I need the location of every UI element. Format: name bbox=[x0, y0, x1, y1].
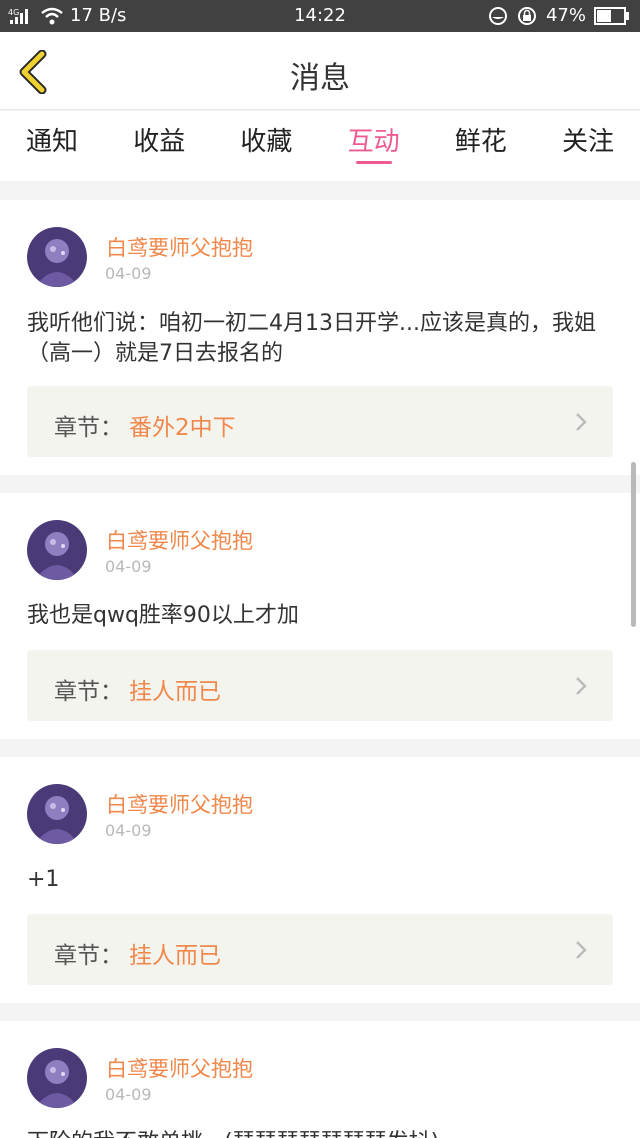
message-date: 04-09 bbox=[105, 264, 152, 283]
tab-notifications[interactable]: 通知 bbox=[26, 111, 78, 181]
tab-flowers[interactable]: 鲜花 bbox=[455, 111, 507, 181]
chapter-label: 章节： bbox=[54, 943, 123, 969]
user-name[interactable]: 白鸢要师父抱抱 bbox=[106, 525, 253, 555]
chevron-right-icon bbox=[576, 413, 587, 431]
chevron-right-icon bbox=[576, 941, 587, 959]
chapter-title: 挂人而已 bbox=[129, 679, 221, 705]
chevron-right-icon bbox=[576, 677, 587, 695]
message-content: 我听他们说：咱初一初二4月13日开学...应该是真的，我姐（高一）就是7日去报名… bbox=[27, 311, 596, 366]
chapter-label: 章节： bbox=[54, 415, 123, 441]
tab-bar: 通知 收益 收藏 互动 鲜花 关注 bbox=[0, 111, 640, 181]
chapter-title: 挂人而已 bbox=[129, 943, 221, 969]
avatar[interactable] bbox=[27, 227, 87, 287]
message-card: 白鸢要师父抱抱 04-09 下阶的我不敢单挑...(瑟瑟瑟瑟瑟瑟瑟发抖) bbox=[0, 1021, 640, 1138]
tab-follows[interactable]: 关注 bbox=[562, 111, 614, 181]
message-card: 白鸢要师父抱抱 04-09 +1 章节： 挂人而已 bbox=[0, 757, 640, 1003]
chapter-link[interactable]: 章节： 挂人而已 bbox=[27, 650, 613, 721]
chapter-label: 章节： bbox=[54, 679, 123, 705]
message-card: 白鸢要师父抱抱 04-09 我也是qwq胜率90以上才加 章节： 挂人而已 bbox=[0, 493, 640, 739]
app-header: 消息 bbox=[0, 32, 640, 110]
message-content: 下阶的我不敢单挑...(瑟瑟瑟瑟瑟瑟瑟发抖) bbox=[27, 1128, 617, 1138]
avatar[interactable] bbox=[27, 784, 87, 844]
user-name[interactable]: 白鸢要师父抱抱 bbox=[106, 789, 253, 819]
user-name[interactable]: 白鸢要师父抱抱 bbox=[106, 1053, 253, 1083]
message-content: 我也是qwq胜率90以上才加 bbox=[27, 603, 299, 628]
avatar[interactable] bbox=[27, 520, 87, 580]
lock-rotation-icon bbox=[516, 6, 538, 26]
user-name[interactable]: 白鸢要师父抱抱 bbox=[106, 232, 253, 262]
tab-earnings[interactable]: 收益 bbox=[133, 111, 185, 181]
tab-favorites[interactable]: 收藏 bbox=[240, 111, 292, 181]
avatar[interactable] bbox=[27, 1048, 87, 1108]
data-saver-icon bbox=[488, 6, 508, 26]
status-right: 47% bbox=[488, 5, 630, 26]
chapter-link[interactable]: 章节： 番外2中下 bbox=[27, 386, 613, 457]
message-date: 04-09 bbox=[105, 557, 152, 576]
battery-icon bbox=[594, 6, 630, 25]
battery-percent: 47% bbox=[545, 5, 586, 26]
chapter-link[interactable]: 章节： 挂人而已 bbox=[27, 914, 613, 985]
status-bar: 4G 17 B/s 14:22 47% bbox=[0, 0, 640, 32]
message-content: +1 bbox=[27, 867, 60, 892]
page-title: 消息 bbox=[290, 61, 350, 96]
message-date: 04-09 bbox=[105, 821, 152, 840]
message-date: 04-09 bbox=[105, 1085, 152, 1104]
tab-interactions[interactable]: 互动 bbox=[348, 111, 400, 181]
message-card: 白鸢要师父抱抱 04-09 我听他们说：咱初一初二4月13日开学...应该是真的… bbox=[0, 200, 640, 475]
chapter-title: 番外2中下 bbox=[129, 415, 236, 441]
scrollbar[interactable] bbox=[631, 462, 636, 627]
